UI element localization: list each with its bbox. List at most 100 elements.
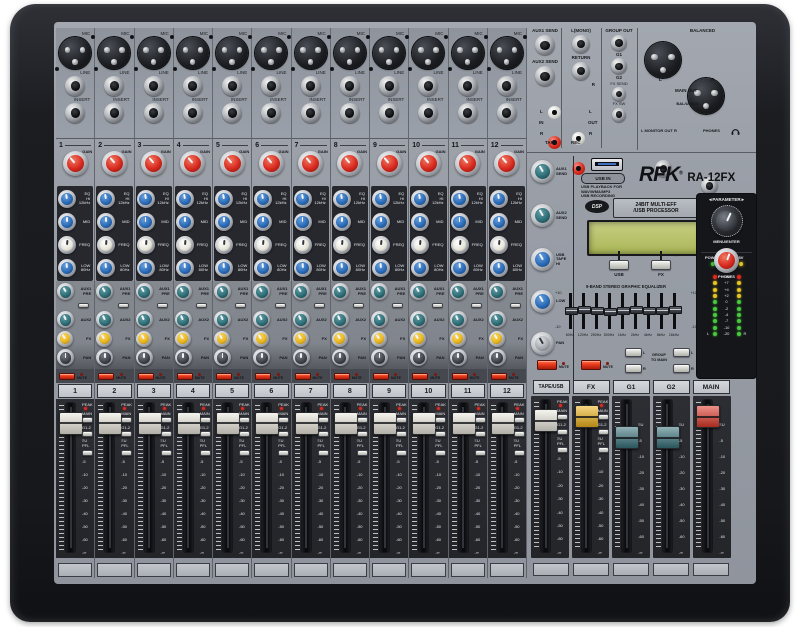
group-assign-button[interactable]: [278, 431, 289, 437]
mic-xlr-input[interactable]: [334, 37, 366, 69]
gain-knob[interactable]: [63, 151, 88, 176]
aux2-send-knob[interactable]: [96, 311, 113, 328]
mute-button[interactable]: [255, 373, 271, 380]
master-aux1-send-knob[interactable]: [531, 160, 554, 183]
aux1-send-knob[interactable]: [253, 283, 270, 300]
gain-knob[interactable]: [141, 151, 166, 176]
main-assign-button[interactable]: [514, 417, 525, 423]
balanced-out-l-xlr[interactable]: [645, 42, 681, 78]
pfl-button[interactable]: [239, 450, 250, 456]
gain-knob[interactable]: [220, 151, 245, 176]
pfl-button[interactable]: [396, 450, 407, 456]
fader-track[interactable]: [622, 400, 631, 552]
mute-button[interactable]: [216, 373, 232, 380]
fx-send-jack[interactable]: [612, 87, 626, 101]
fx-send-knob[interactable]: [253, 331, 269, 347]
mute-button[interactable]: [412, 373, 428, 380]
main-assign-button[interactable]: [396, 417, 407, 423]
eq-hi-knob[interactable]: [490, 190, 508, 208]
group-assign-button[interactable]: [200, 431, 211, 437]
pfl-button[interactable]: [318, 450, 329, 456]
aux1-send-knob[interactable]: [489, 283, 506, 300]
mute-button[interactable]: [295, 373, 311, 380]
line-input-jack[interactable]: [458, 76, 478, 96]
eq-hi-knob[interactable]: [372, 190, 390, 208]
eq-mid-freq-knob[interactable]: [411, 236, 429, 254]
master-usb-tape-hi-knob[interactable]: [531, 248, 554, 271]
pan-knob[interactable]: [293, 349, 310, 366]
pfl-button[interactable]: [475, 450, 486, 456]
fx-send-knob[interactable]: [332, 331, 348, 347]
main-assign-button[interactable]: [435, 417, 446, 423]
group-assign-button[interactable]: [357, 431, 368, 437]
eq-low-knob[interactable]: [254, 259, 272, 277]
pfl-button[interactable]: [357, 450, 368, 456]
eq-hi-knob[interactable]: [254, 190, 272, 208]
fader-handle[interactable]: [452, 412, 476, 435]
line-input-jack[interactable]: [104, 76, 124, 96]
eq-mid-knob[interactable]: [411, 213, 429, 231]
pfl-button[interactable]: [435, 450, 446, 456]
group-assign-button[interactable]: [475, 431, 486, 437]
gain-knob[interactable]: [337, 151, 362, 176]
eq-mid-freq-knob[interactable]: [254, 236, 272, 254]
fader-handle[interactable]: [656, 426, 680, 449]
aux1-pre-button[interactable]: [314, 303, 325, 308]
aux2-send-knob[interactable]: [136, 311, 153, 328]
aux2-send-knob[interactable]: [489, 311, 506, 328]
fader-handle[interactable]: [491, 412, 515, 435]
fx-mode-button[interactable]: [651, 260, 671, 270]
aux1-pre-button[interactable]: [353, 303, 364, 308]
gain-knob[interactable]: [377, 151, 402, 176]
eq-hi-knob[interactable]: [97, 190, 115, 208]
fx-footswitch-jack[interactable]: [612, 108, 626, 122]
fader-handle[interactable]: [255, 412, 279, 435]
eq-mid-freq-knob[interactable]: [215, 236, 233, 254]
balanced-out-r-xlr[interactable]: [688, 78, 724, 114]
fader-handle[interactable]: [615, 426, 639, 449]
group-assign-button[interactable]: [82, 431, 93, 437]
group-out-g2-jack[interactable]: [611, 58, 627, 74]
aux1-send-knob[interactable]: [214, 283, 231, 300]
mute-button[interactable]: [334, 373, 350, 380]
aux1-send-knob[interactable]: [332, 283, 349, 300]
group-assign-button[interactable]: [514, 431, 525, 437]
tape-usb-mute-button[interactable]: [537, 360, 557, 370]
line-input-jack[interactable]: [340, 76, 360, 96]
tape-in-l-rca[interactable]: [548, 106, 561, 119]
fx-send-knob[interactable]: [410, 331, 426, 347]
pan-knob[interactable]: [450, 349, 467, 366]
master-low-knob[interactable]: [531, 290, 554, 313]
eq-hi-knob[interactable]: [176, 190, 194, 208]
aux1-send-knob[interactable]: [450, 283, 467, 300]
fader-handle[interactable]: [334, 412, 358, 435]
geq-band-slider[interactable]: [565, 307, 578, 315]
insert-jack[interactable]: [261, 103, 281, 123]
insert-jack[interactable]: [379, 103, 399, 123]
pan-knob[interactable]: [96, 349, 113, 366]
eq-low-knob[interactable]: [176, 259, 194, 277]
group-assign-button[interactable]: [121, 431, 132, 437]
eq-mid-freq-knob[interactable]: [97, 236, 115, 254]
main-assign-button[interactable]: [357, 417, 368, 423]
aux2-send-knob[interactable]: [332, 311, 349, 328]
group-assign-button[interactable]: [318, 431, 329, 437]
line-input-jack[interactable]: [65, 76, 85, 96]
mic-xlr-input[interactable]: [98, 37, 130, 69]
pfl-button[interactable]: [200, 450, 211, 456]
mute-button[interactable]: [98, 373, 114, 380]
gain-knob[interactable]: [455, 151, 480, 176]
main-assign-button[interactable]: [121, 417, 132, 423]
eq-low-knob[interactable]: [137, 259, 155, 277]
fx-send-knob[interactable]: [175, 331, 191, 347]
main-assign-button[interactable]: [82, 417, 93, 423]
group-assign-button[interactable]: [161, 431, 172, 437]
group-assign-button[interactable]: [557, 429, 568, 435]
mic-xlr-input[interactable]: [177, 37, 209, 69]
fader-handle[interactable]: [177, 412, 201, 435]
fader-handle[interactable]: [295, 412, 319, 435]
mic-xlr-input[interactable]: [412, 37, 444, 69]
main-assign-button[interactable]: [278, 417, 289, 423]
fader-handle[interactable]: [412, 412, 436, 435]
main-assign-button[interactable]: [598, 414, 609, 420]
